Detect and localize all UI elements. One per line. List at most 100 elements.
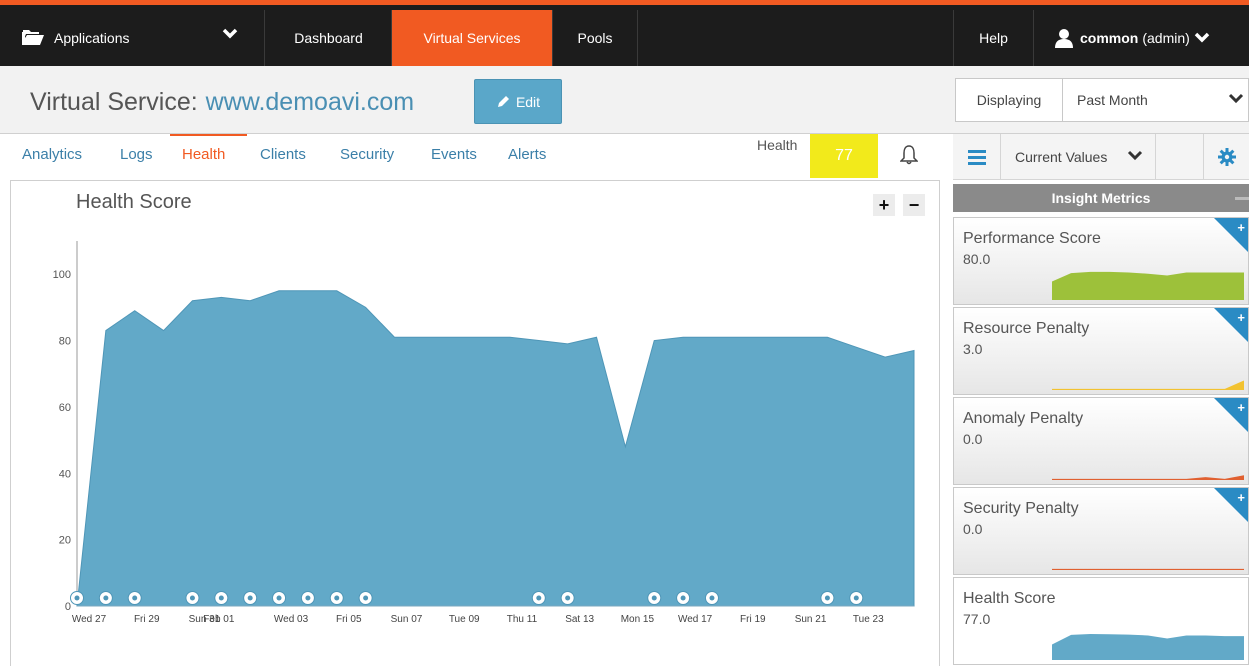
plus-icon[interactable]: + xyxy=(1237,310,1245,325)
insight-metric-card[interactable]: Anomaly Penalty 0.0 + xyxy=(953,397,1249,485)
x-tick-label: Fri 19 xyxy=(740,614,766,625)
y-tick-label: 80 xyxy=(59,336,71,348)
displaying-label: Displaying xyxy=(956,79,1063,121)
plus-icon[interactable]: + xyxy=(1237,220,1245,235)
page-title: Virtual Service: www.demoavi.com xyxy=(30,88,414,117)
event-marker[interactable] xyxy=(676,591,691,605)
insight-metric-card[interactable]: Performance Score 80.0 + xyxy=(953,217,1249,305)
event-marker[interactable] xyxy=(647,591,662,605)
nav-dashboard[interactable]: Dashboard xyxy=(266,10,392,66)
event-marker[interactable] xyxy=(849,591,864,605)
values-mode-label: Current Values xyxy=(1015,149,1108,165)
x-tick-label: Mon 15 xyxy=(621,614,655,625)
event-marker[interactable] xyxy=(185,591,200,605)
insight-metrics-header: Insight Metrics xyxy=(953,184,1249,212)
event-marker[interactable] xyxy=(272,591,287,605)
tab-analytics[interactable]: Analytics xyxy=(22,146,82,163)
collapse-icon[interactable] xyxy=(1235,197,1249,200)
nav-virtual-services[interactable]: Virtual Services xyxy=(392,10,553,66)
x-tick-label: Fri 05 xyxy=(336,614,362,625)
gear-icon[interactable] xyxy=(1203,134,1249,180)
event-marker[interactable] xyxy=(329,591,344,605)
user-role: (admin) xyxy=(1142,30,1190,46)
event-marker[interactable] xyxy=(127,591,142,605)
event-marker[interactable] xyxy=(358,591,373,605)
tab-health[interactable]: Health xyxy=(182,146,225,163)
metric-value: 0.0 xyxy=(963,431,983,447)
zoom-in-button[interactable]: + xyxy=(873,194,895,216)
time-range-selector[interactable]: Displaying Past Month xyxy=(955,78,1249,122)
y-tick-label: 100 xyxy=(53,269,71,281)
chevron-down-icon[interactable] xyxy=(1194,32,1210,44)
chevron-down-icon xyxy=(1127,150,1143,161)
health-score-area[interactable] xyxy=(76,290,915,607)
top-nav-bar: Applications Dashboard Virtual Services … xyxy=(0,0,1249,66)
metric-value: 3.0 xyxy=(963,341,983,357)
health-label: Health xyxy=(757,137,798,153)
applications-menu[interactable]: Applications xyxy=(0,10,265,66)
event-marker[interactable] xyxy=(704,591,719,605)
insight-metrics-title: Insight Metrics xyxy=(1051,190,1151,206)
x-tick-label: Wed 03 xyxy=(274,614,309,625)
x-tick-label: Fri 29 xyxy=(134,614,160,625)
metric-name: Anomaly Penalty xyxy=(963,410,1084,427)
x-tick-label: Wed 17 xyxy=(678,614,713,625)
tab-logs[interactable]: Logs xyxy=(120,146,153,163)
y-tick-label: 20 xyxy=(59,535,71,547)
time-range-value: Past Month xyxy=(1077,92,1148,108)
x-tick-label: Wed 27 xyxy=(72,614,107,625)
x-tick-label: Sat 13 xyxy=(565,614,594,625)
values-mode-dropdown[interactable]: Current Values xyxy=(1001,134,1156,180)
insight-metric-card[interactable]: Health Score 77.0 xyxy=(953,577,1249,665)
metric-value: 0.0 xyxy=(963,521,983,537)
event-marker[interactable] xyxy=(300,591,315,605)
plus-icon[interactable]: + xyxy=(1237,490,1245,505)
pencil-icon xyxy=(497,95,509,107)
tab-alerts[interactable]: Alerts xyxy=(508,146,546,163)
x-tick-label: Sun 07 xyxy=(391,614,423,625)
tab-security[interactable]: Security xyxy=(340,146,394,163)
user-menu[interactable]: common (admin) xyxy=(1034,10,1249,66)
plus-icon[interactable]: + xyxy=(1237,400,1245,415)
x-tick-label: Tue 09 xyxy=(449,614,480,625)
health-score-chart-panel: 0 20 40 60 80 100 Wed 27 Fri 29 Sun 31 Feb 01 Wed … xyxy=(10,180,940,666)
metric-sparkline xyxy=(1052,271,1244,300)
health-score-badge[interactable]: 77 xyxy=(810,134,878,178)
user-name: common xyxy=(1080,30,1139,46)
time-range-dropdown[interactable]: Past Month xyxy=(1063,79,1248,121)
x-tick-label: Tue 23 xyxy=(853,614,884,625)
tab-clients[interactable]: Clients xyxy=(260,146,306,163)
x-tick-label: Feb 01 xyxy=(203,614,235,625)
metric-sparkline xyxy=(1052,633,1244,660)
edit-button[interactable]: Edit xyxy=(474,79,562,124)
folder-icon xyxy=(22,30,44,45)
menu-icon[interactable] xyxy=(953,134,1001,180)
nav-help[interactable]: Help xyxy=(953,10,1034,66)
sidebar-header: Current Values xyxy=(953,134,1249,180)
x-tick-label: Thu 11 xyxy=(507,614,538,625)
bell-icon[interactable] xyxy=(900,145,918,165)
metric-name: Security Penalty xyxy=(963,500,1079,517)
insight-metric-card[interactable]: Security Penalty 0.0 + xyxy=(953,487,1249,575)
tab-events[interactable]: Events xyxy=(431,146,477,163)
event-marker[interactable] xyxy=(214,591,229,605)
health-score-chart[interactable]: 020406080100Wed 27 Fri 29 Sun 31Feb 01 Wed … xyxy=(11,181,941,667)
event-marker[interactable] xyxy=(560,591,575,605)
chevron-down-icon[interactable] xyxy=(222,28,238,40)
event-marker[interactable] xyxy=(820,591,835,605)
insight-metric-card[interactable]: Resource Penalty 3.0 + xyxy=(953,307,1249,395)
y-tick-label: 0 xyxy=(65,601,71,613)
event-marker[interactable] xyxy=(98,591,113,605)
metric-name: Resource Penalty xyxy=(963,320,1090,337)
edit-label: Edit xyxy=(515,93,541,110)
nav-pools[interactable]: Pools xyxy=(553,10,638,66)
chart-title: Health Score xyxy=(76,191,192,213)
metric-name: Performance Score xyxy=(963,230,1101,247)
event-marker[interactable] xyxy=(243,591,258,605)
virtual-service-name[interactable]: www.demoavi.com xyxy=(206,88,414,116)
zoom-out-button[interactable]: − xyxy=(903,194,925,216)
active-tab-indicator xyxy=(170,134,247,136)
event-marker[interactable] xyxy=(531,591,546,605)
metric-value: 77.0 xyxy=(963,611,991,627)
event-marker[interactable] xyxy=(70,591,84,605)
